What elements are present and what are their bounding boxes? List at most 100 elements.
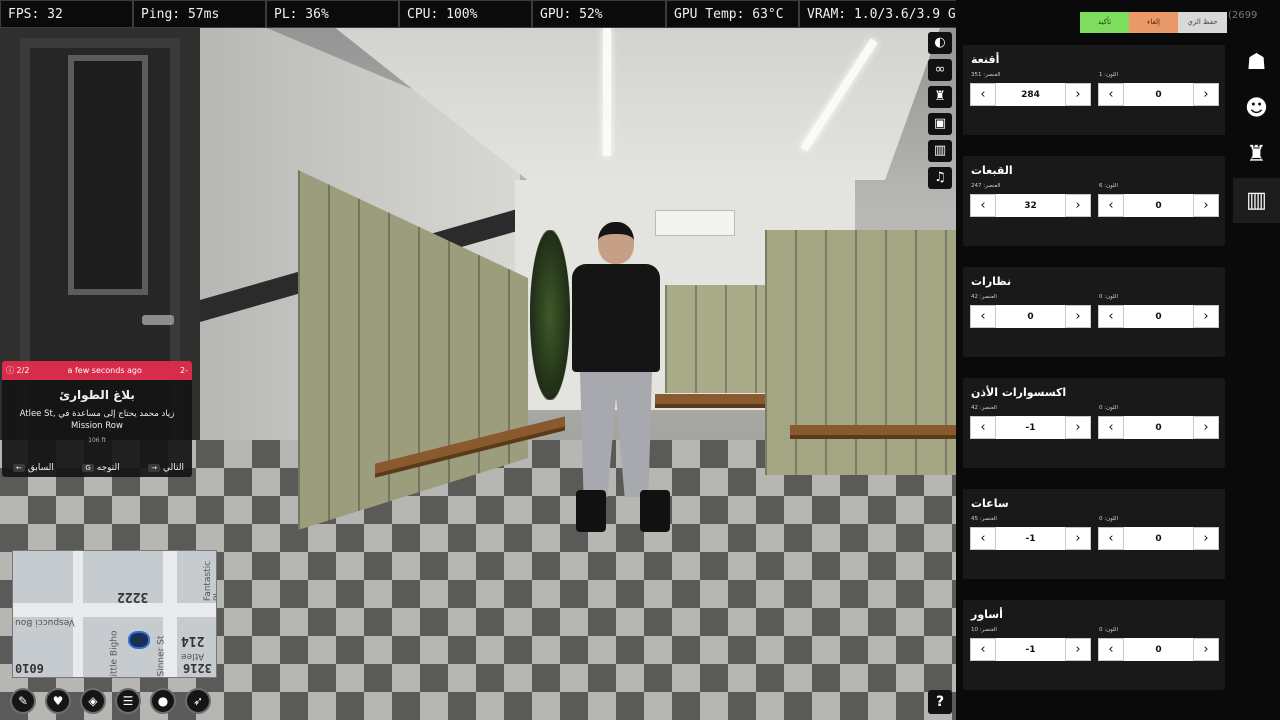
face-icon[interactable]: ☻ [1233,86,1280,131]
color-value[interactable]: 0 [1124,423,1193,433]
increment-button[interactable]: › [1065,305,1091,328]
decrement-button[interactable]: ‹ [1098,305,1124,328]
player-id: (2699 [1228,10,1258,21]
element-stepper: ‹ -1 › [970,416,1091,439]
color-label: اللون: 0 [1099,516,1119,522]
element-stepper: ‹ -1 › [970,638,1091,661]
glasses-icon[interactable]: ∞ [928,59,952,81]
increment-button[interactable]: › [1065,527,1091,550]
cancel-button[interactable]: إلغاء [1129,12,1178,33]
element-value[interactable]: -1 [996,423,1065,433]
category-hats: القبعات العنصر: 247 اللون: 6 ‹ 32 › ‹ 0 … [963,156,1225,246]
increment-button[interactable]: › [1193,194,1219,217]
decrement-button[interactable]: ‹ [1098,194,1124,217]
alert-code: 2- [180,366,188,375]
alert-title: بلاغ الطوارئ [59,388,135,402]
stamina-icon: ➶ [185,688,211,714]
map-address: 3216 [183,661,212,675]
ping-readout: Ping: 57ms [133,0,266,28]
increment-button[interactable]: › [1193,638,1219,661]
color-value[interactable]: 0 [1124,645,1193,655]
help-button[interactable]: ? [928,690,952,714]
map-address: 214 [181,633,205,648]
armor-icon: ◈ [80,688,106,714]
save-outfit-button[interactable]: حفظ الزي [1178,12,1227,33]
category-watches: ساعات العنصر: 45 اللون: 0 ‹ -1 › ‹ 0 › [963,489,1225,579]
left-key-icon: ← [13,464,25,472]
next-alert-button[interactable]: → التالي [145,463,184,473]
shirt-icon[interactable]: ♜ [928,86,952,108]
element-value[interactable]: -1 [996,645,1065,655]
lockers-back [665,285,767,393]
increment-button[interactable]: › [1065,194,1091,217]
color-value[interactable]: 0 [1124,90,1193,100]
map-street: Fantastic Pl [203,560,217,602]
element-label: العنصر: 42 [971,294,997,300]
accessories-icon[interactable]: ▥ [1233,178,1280,223]
color-value[interactable]: 0 [1124,201,1193,211]
element-value[interactable]: 284 [996,90,1065,100]
menu-tabs: ☗ ☻ ♜ ▥ [1233,40,1280,224]
increment-button[interactable]: › [1193,416,1219,439]
decrement-button[interactable]: ‹ [970,638,996,661]
confirm-button[interactable]: تأكيد [1080,12,1129,33]
socks-icon[interactable]: ♫ [928,167,952,189]
color-stepper: ‹ 0 › [1098,527,1219,550]
increment-button[interactable]: › [1065,638,1091,661]
category-bracelets: أساور العنصر: 10 اللون: 0 ‹ -1 › ‹ 0 › [963,600,1225,690]
alert-time: a few seconds ago [67,366,142,375]
color-value[interactable]: 0 [1124,534,1193,544]
element-value[interactable]: -1 [996,534,1065,544]
hunger-icon: ☰ [115,688,141,714]
element-label: العنصر: 247 [971,183,1001,189]
decrement-button[interactable]: ‹ [970,83,996,106]
map-road [73,551,83,677]
decrement-button[interactable]: ‹ [1098,83,1124,106]
category-masks: أقنعة العنصر: 351 اللون: 1 ‹ 284 › ‹ 0 › [963,45,1225,135]
player-blip-icon [128,631,150,649]
decrement-button[interactable]: ‹ [1098,638,1124,661]
decrement-button[interactable]: ‹ [1098,527,1124,550]
increment-button[interactable]: › [1193,305,1219,328]
health-icon: ♥ [45,688,71,714]
gpu-temp-readout: GPU Temp: 63°C [666,0,799,28]
color-stepper: ‹ 0 › [1098,305,1219,328]
increment-button[interactable]: › [1193,83,1219,106]
category-title: القبعات [971,164,1013,177]
element-value[interactable]: 0 [996,312,1065,322]
increment-button[interactable]: › [1193,527,1219,550]
element-stepper: ‹ 284 › [970,83,1091,106]
bag-icon[interactable]: ▣ [928,113,952,135]
clothing-icon[interactable]: ♜ [1233,132,1280,177]
bench [655,394,765,408]
decrement-button[interactable]: ‹ [1098,416,1124,439]
minimap: 3222 214 3216 6010 Vespucci Bou Fantasti… [12,550,217,678]
increment-button[interactable]: › [1065,83,1091,106]
focus-alert-button[interactable]: G التوجه [79,463,120,473]
color-label: اللون: 1 [1099,72,1119,78]
element-label: العنصر: 42 [971,405,997,411]
decrement-button[interactable]: ‹ [970,416,996,439]
category-title: أقنعة [971,53,1000,66]
cpu-readout: CPU: 100% [399,0,532,28]
decrement-button[interactable]: ‹ [970,194,996,217]
alert-icon: ⓘ [6,366,14,375]
dispatch-alert: ⓘ 2/2 a few seconds ago 2- بلاغ الطوارئ … [2,361,192,477]
door-window [68,55,148,295]
prev-alert-button[interactable]: ← السابق [10,463,54,473]
color-stepper: ‹ 0 › [1098,194,1219,217]
decrement-button[interactable]: ‹ [970,305,996,328]
right-key-icon: → [148,464,161,472]
element-value[interactable]: 32 [996,201,1065,211]
performance-overlay: FPS: 32 Ping: 57ms PL: 36% CPU: 100% GPU… [0,0,960,28]
alert-distance: 106 ft [88,437,106,444]
player-icon[interactable]: ☗ [1233,40,1280,85]
packet-loss-readout: PL: 36% [266,0,399,28]
color-value[interactable]: 0 [1124,312,1193,322]
map-address: 3222 [117,589,149,604]
category-title: ساعات [971,497,1009,510]
mask-icon[interactable]: ◐ [928,32,952,54]
decrement-button[interactable]: ‹ [970,527,996,550]
increment-button[interactable]: › [1065,416,1091,439]
vest-icon[interactable]: ▥ [928,140,952,162]
